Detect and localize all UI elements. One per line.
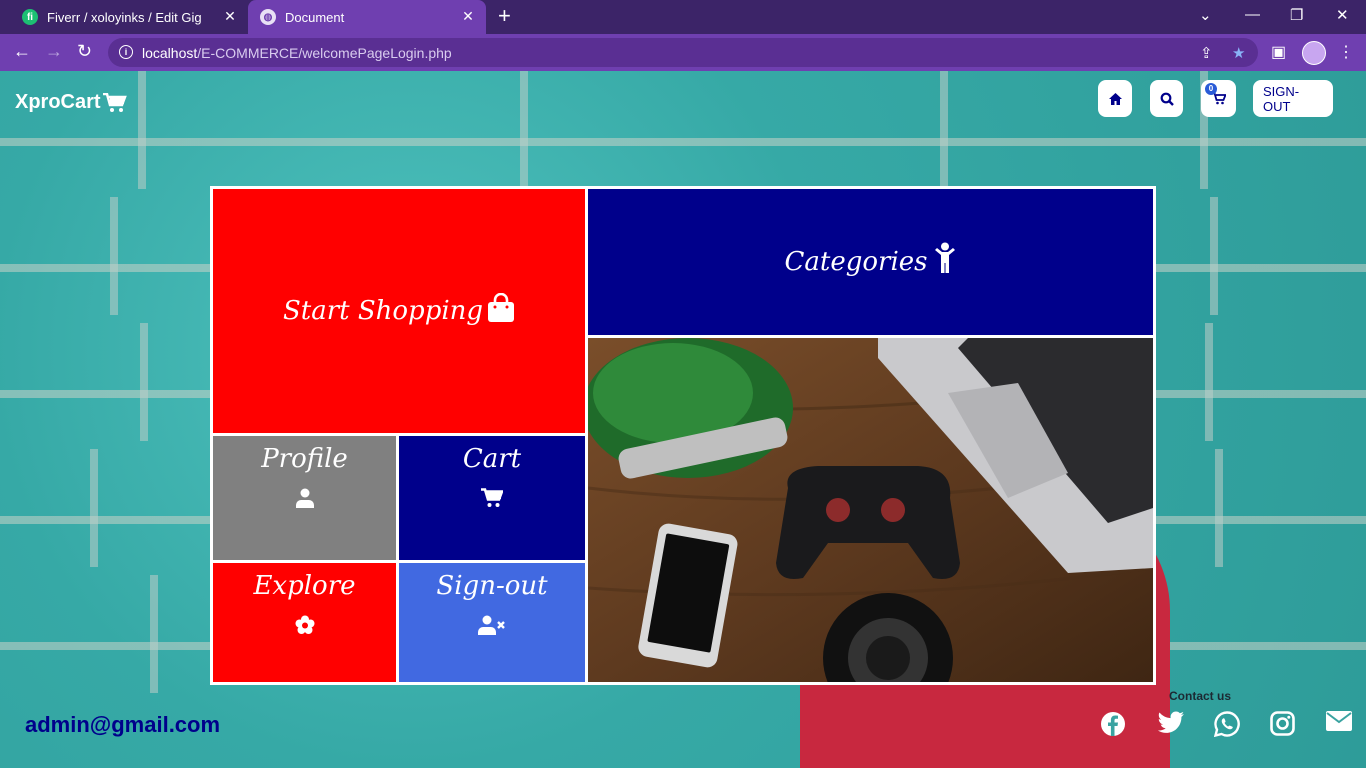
browser-tab-bar: fi Fiverr / xoloyinks / Edit Gig ✕ ◍ Doc… — [0, 0, 1366, 34]
menu-icon[interactable]: ⋮ — [1338, 42, 1354, 62]
minimize-button[interactable]: — — [1245, 6, 1260, 23]
user-remove-icon — [478, 615, 505, 635]
home-button[interactable] — [1098, 80, 1132, 117]
cart-button[interactable]: 0 — [1201, 80, 1236, 117]
site-info-icon[interactable]: i — [119, 45, 133, 59]
share-icon[interactable]: ⇪ — [1200, 44, 1213, 62]
wall-joint — [140, 323, 148, 441]
categories-tile[interactable]: Categories — [588, 189, 1153, 335]
wall-joint — [1205, 323, 1213, 441]
fiverr-icon: fi — [22, 9, 38, 25]
wall-joint — [520, 71, 528, 189]
wall-joint — [90, 449, 98, 567]
globe-icon: ◍ — [260, 9, 276, 25]
wall-joint — [1210, 197, 1218, 315]
search-icon — [1160, 92, 1174, 106]
back-icon[interactable]: ← — [13, 42, 31, 60]
whatsapp-icon[interactable] — [1214, 711, 1240, 737]
restore-button[interactable]: ❐ — [1290, 6, 1303, 24]
reload-icon[interactable]: ↻ — [77, 42, 92, 60]
address-bar[interactable]: i localhost/E-COMMERCE/welcomePageLogin.… — [108, 38, 1258, 67]
wall-joint — [940, 71, 948, 189]
tab-title: Document — [285, 9, 345, 25]
tab-document[interactable]: ◍ Document ✕ — [248, 0, 486, 34]
cart-logo-icon — [102, 92, 127, 112]
tab-search-icon[interactable]: ⌄ — [1199, 6, 1212, 24]
tile-label: Explore — [253, 571, 356, 601]
cart-icon — [481, 488, 503, 507]
flower-icon — [295, 615, 314, 634]
url-text[interactable]: localhost/E-COMMERCE/welcomePageLogin.ph… — [142, 45, 452, 61]
wall-joint — [1215, 449, 1223, 567]
explore-tile[interactable]: Explore — [213, 563, 396, 682]
wall-joint — [138, 71, 146, 189]
browser-toolbar: ← → ↻ i localhost/E-COMMERCE/welcomePage… — [0, 34, 1366, 71]
forward-icon[interactable]: → — [45, 42, 63, 60]
profile-tile[interactable]: Profile — [213, 436, 396, 560]
desk-gaming-photo — [588, 338, 1153, 682]
home-icon — [1108, 92, 1122, 105]
logo[interactable]: XproCart — [15, 91, 127, 114]
twitter-icon[interactable] — [1157, 711, 1185, 735]
side-panel-icon[interactable]: ▣ — [1271, 42, 1286, 62]
cart-count-badge: 0 — [1205, 83, 1217, 95]
tile-label: Start Shopping — [282, 296, 484, 326]
close-icon[interactable]: ✕ — [460, 8, 476, 25]
new-tab-button[interactable]: + — [498, 5, 511, 27]
logo-text: XproCart — [15, 91, 101, 113]
close-icon[interactable]: ✕ — [222, 8, 238, 25]
mail-icon[interactable] — [1326, 711, 1352, 731]
tile-label: Sign-out — [436, 571, 548, 601]
tile-label: Profile — [261, 444, 348, 474]
facebook-icon[interactable] — [1100, 711, 1126, 737]
tile-label: Categories — [784, 247, 928, 277]
tab-title: Fiverr / xoloyinks / Edit Gig — [47, 9, 202, 25]
signout-tile[interactable]: Sign-out — [399, 563, 585, 682]
shopping-bag-icon — [488, 293, 515, 322]
wall-joint — [110, 197, 118, 315]
child-icon — [934, 242, 955, 273]
instagram-icon[interactable] — [1270, 711, 1295, 736]
contact-us-label: Contact us — [1169, 689, 1232, 703]
user-icon — [295, 488, 314, 508]
tab-fiverr[interactable]: fi Fiverr / xoloyinks / Edit Gig ✕ — [8, 0, 248, 34]
wall-joint — [150, 575, 158, 693]
page-background: XproCart 0 SIGN-OUT Start Shopping Categ… — [0, 71, 1366, 768]
tile-label: Cart — [462, 444, 522, 474]
hero-photo — [588, 338, 1153, 682]
bookmark-star-icon[interactable]: ★ — [1232, 44, 1245, 62]
start-shopping-tile[interactable]: Start Shopping — [213, 189, 585, 433]
profile-avatar-icon[interactable] — [1302, 41, 1326, 65]
menu-grid: Start Shopping Categories Profile Cart E… — [210, 186, 1156, 685]
signout-header-button[interactable]: SIGN-OUT — [1253, 80, 1333, 117]
cart-tile[interactable]: Cart — [399, 436, 585, 560]
window-close-button[interactable]: ✕ — [1336, 6, 1349, 24]
search-button[interactable] — [1150, 80, 1183, 117]
admin-email: admin@gmail.com — [25, 712, 221, 737]
